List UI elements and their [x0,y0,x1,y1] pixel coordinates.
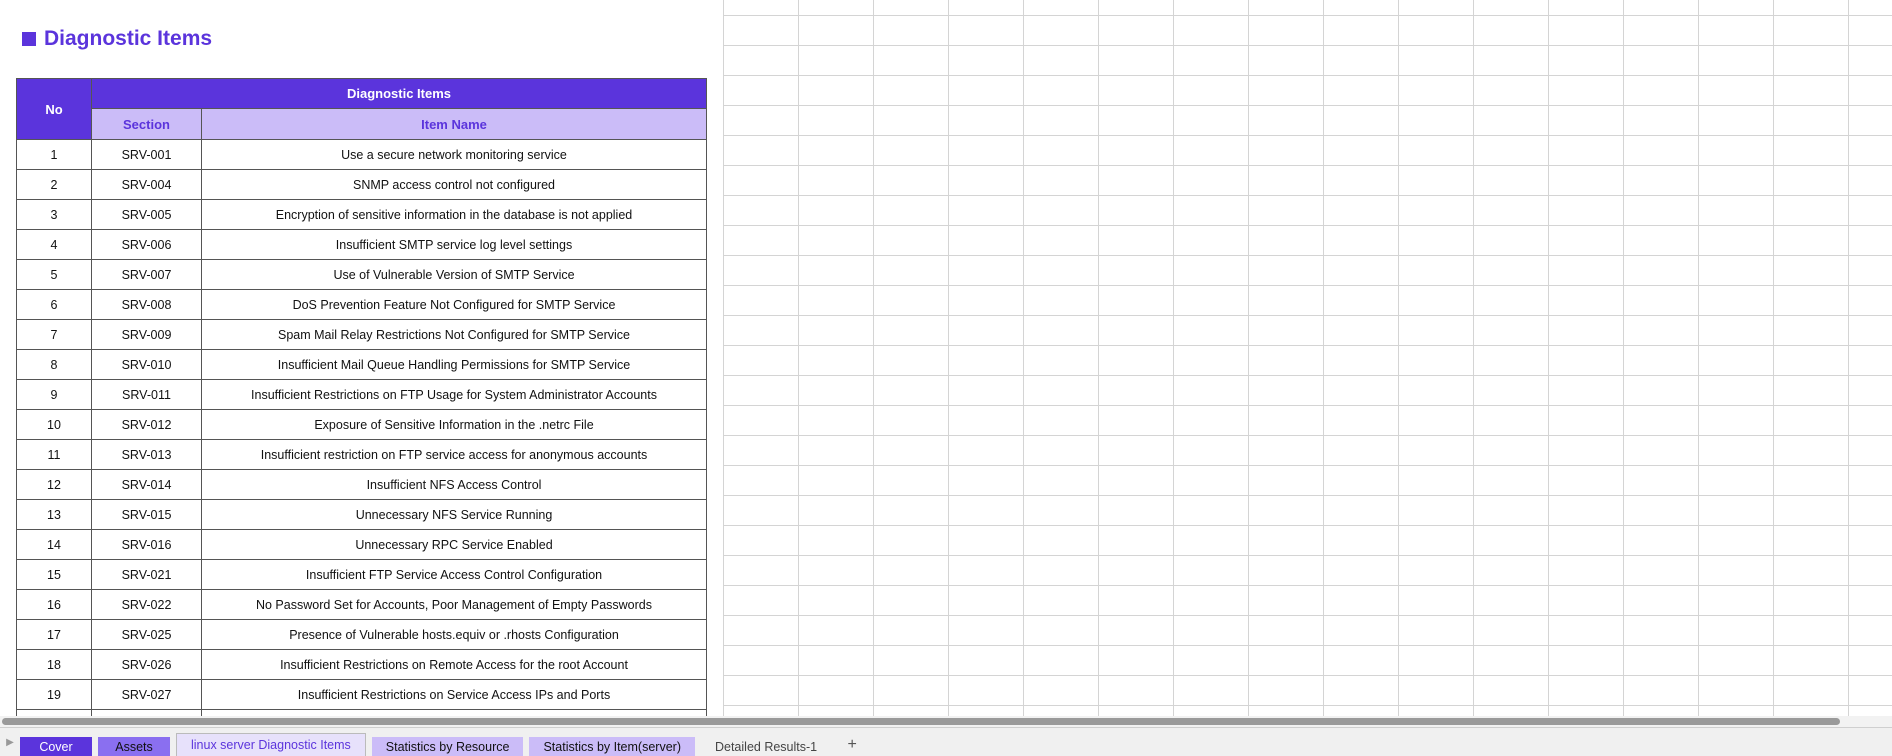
square-bullet-icon [22,32,36,46]
header-diagnostic-items[interactable]: Diagnostic Items [91,78,707,109]
table-row: 15 SRV-021 Insufficient FTP Service Access… [16,559,707,590]
cell-no[interactable]: 12 [16,469,92,500]
cell-section[interactable]: SRV-021 [91,559,202,590]
sheet-tab-bar: ▶ Cover Assets linux server Diagnostic Ite… [0,727,1892,756]
cell-no[interactable]: 8 [16,349,92,380]
cell-item-name[interactable]: Presence of Vulnerable hosts.equiv or .r… [201,619,707,650]
table-row: 4 SRV-006 Insufficient SMTP service log le… [16,229,707,260]
sheet-tab-cover[interactable]: Cover [20,737,92,756]
sheet-tab-statistics-by-resource[interactable]: Statistics by Resource [371,737,524,756]
cell-item-name[interactable]: Unnecessary RPC Service Enabled [201,529,707,560]
cell-no[interactable]: 17 [16,619,92,650]
header-item-name[interactable]: Item Name [201,108,707,140]
cell-no[interactable]: 5 [16,259,92,290]
cell-item-name[interactable]: Insufficient NFS Access Control [201,469,707,500]
horizontal-scrollbar[interactable] [0,716,1892,727]
cell-item-name[interactable]: DoS Prevention Feature Not Configured fo… [201,289,707,320]
table-row: 11 SRV-013 Insufficient restriction on FTP… [16,439,707,470]
cell-no[interactable]: 3 [16,199,92,230]
cell-section[interactable]: SRV-005 [91,199,202,230]
table-row: 13 SRV-015 Unnecessary NFS Service Running [16,499,707,530]
header-section[interactable]: Section [91,108,202,140]
table-row: 1 SRV-001 Use a secure network monitoring … [16,139,707,170]
table-row: 2 SRV-004 SNMP access control not configur… [16,169,707,200]
page-title-text: Diagnostic Items [44,27,213,50]
table-row: 8 SRV-010 Insufficient Mail Queue Handling… [16,349,707,380]
cell-no[interactable]: 13 [16,499,92,530]
cell-section[interactable]: SRV-015 [91,499,202,530]
diagnostic-items-table: No Diagnostic Items Section Item Name 1S… [16,78,707,716]
cell-no[interactable]: 15 [16,559,92,590]
cell-item-name[interactable]: Insufficient Restrictions on Service Acc… [201,679,707,710]
cell-item-name[interactable]: Insufficient restriction on FTP service … [201,439,707,470]
cell-no[interactable]: 18 [16,649,92,680]
cell-item-name[interactable]: Exposure of Sensitive Information in the… [201,409,707,440]
cell-no[interactable]: 14 [16,529,92,560]
scrollbar-thumb[interactable] [2,718,1840,725]
table-row: 18 SRV-026 Insufficient Restrictions on Re… [16,649,707,680]
sheet-tab-detailed-results-1[interactable]: Detailed Results-1 [701,737,831,756]
cell-no[interactable]: 11 [16,439,92,470]
cell-section[interactable]: SRV-025 [91,619,202,650]
cell-section[interactable]: SRV-014 [91,469,202,500]
cell-item-name[interactable]: Use a secure network monitoring service [201,139,707,170]
sheet-tab-statistics-by-item-server[interactable]: Statistics by Item(server) [529,737,695,756]
cell-item-name[interactable]: Encryption of sensitive information in t… [201,199,707,230]
cell-no[interactable]: 4 [16,229,92,260]
spreadsheet-area[interactable]: Diagnostic Items No Diagnostic Items Sec… [0,0,1892,716]
table-row: 6 SRV-008 DoS Prevention Feature Not Confi… [16,289,707,320]
cell-section[interactable]: SRV-013 [91,439,202,470]
cell-section[interactable]: SRV-012 [91,409,202,440]
add-sheet-button[interactable]: + [837,733,867,756]
cell-section[interactable]: SRV-009 [91,319,202,350]
cell-section[interactable]: SRV-006 [91,229,202,260]
cell-item-name[interactable]: SNMP access control not configured [201,169,707,200]
cell-no[interactable]: 6 [16,289,92,320]
page-title: Diagnostic Items [22,27,212,51]
cell-grid[interactable] [723,0,1892,716]
cell-section[interactable]: SRV-016 [91,529,202,560]
table-row: 12 SRV-014 Insufficient NFS Access Control [16,469,707,500]
cell-section[interactable]: SRV-010 [91,349,202,380]
cell-item-name[interactable]: Unnecessary NFS Service Running [201,499,707,530]
cell-section[interactable]: SRV-004 [91,169,202,200]
table-row: 7 SRV-009 Spam Mail Relay Restrictions Not… [16,319,707,350]
cell-no[interactable]: 1 [16,139,92,170]
cell-item-name[interactable]: Insufficient Mail Queue Handling Permiss… [201,349,707,380]
cell-section[interactable]: SRV-026 [91,649,202,680]
sheet-tab-assets[interactable]: Assets [98,737,170,756]
cell-section[interactable]: SRV-027 [91,679,202,710]
cell-item-name[interactable]: Insufficient SMTP service log level sett… [201,229,707,260]
sheet-tab-linux-server-diagnostic-items[interactable]: linux server Diagnostic Items [176,733,366,756]
cell-section[interactable]: SRV-011 [91,379,202,410]
table-row: 19 SRV-027 Insufficient Restrictions on Se… [16,679,707,710]
cell-item-name[interactable]: Insufficient FTP Service Access Control … [201,559,707,590]
cell-item-name[interactable]: Insufficient Restrictions on Remote Acce… [201,649,707,680]
cell-no[interactable]: 10 [16,409,92,440]
cell-no[interactable]: 2 [16,169,92,200]
header-no[interactable]: No [16,78,92,140]
cell-section[interactable]: SRV-007 [91,259,202,290]
tab-scroll-arrow-icon[interactable]: ▶ [0,728,20,756]
cell-no[interactable]: 9 [16,379,92,410]
cell-section[interactable]: SRV-008 [91,289,202,320]
cell-section[interactable]: SRV-001 [91,139,202,170]
cell-item-name[interactable]: Use of Vulnerable Version of SMTP Servic… [201,259,707,290]
cell-no[interactable]: 7 [16,319,92,350]
cell-no[interactable]: 19 [16,679,92,710]
table-row: 10 SRV-012 Exposure of Sensitive Informati… [16,409,707,440]
table-row: 17 SRV-025 Presence of Vulnerable hosts.eq… [16,619,707,650]
table-row: 9 SRV-011 Insufficient Restrictions on FTP… [16,379,707,410]
cell-item-name[interactable]: Spam Mail Relay Restrictions Not Configu… [201,319,707,350]
table-row: 16 SRV-022 No Password Set for Accounts, P… [16,589,707,620]
cell-item-name[interactable]: Insufficient Restrictions on FTP Usage f… [201,379,707,410]
table-row: 14 SRV-016 Unnecessary RPC Service Enabled [16,529,707,560]
table-row: 5 SRV-007 Use of Vulnerable Version of SMT… [16,259,707,290]
cell-section[interactable]: SRV-022 [91,589,202,620]
cell-no[interactable]: 16 [16,589,92,620]
table-row: 3 SRV-005 Encryption of sensitive informat… [16,199,707,230]
cell-item-name[interactable]: No Password Set for Accounts, Poor Manag… [201,589,707,620]
